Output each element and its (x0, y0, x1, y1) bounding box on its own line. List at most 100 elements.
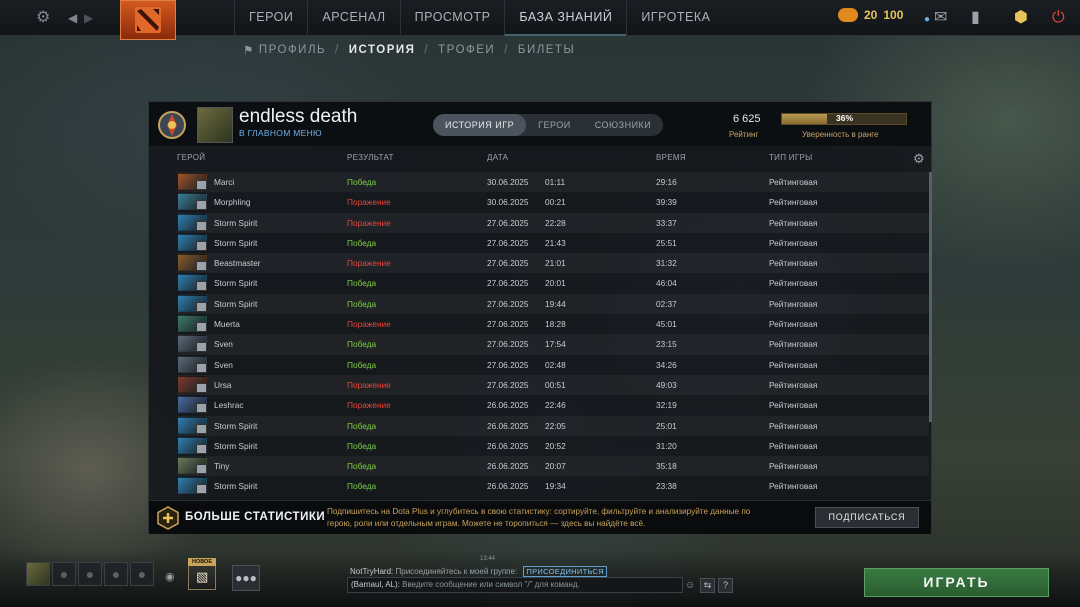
chat-icon[interactable]: ● (924, 11, 930, 29)
match-row[interactable]: Sven Победа 27.06.2025 17:54 23:15 Рейтингова… (177, 334, 929, 355)
col-type[interactable]: ТИП ИГРЫ (769, 153, 813, 162)
tab-allies[interactable]: СОЮЗНИКИ (583, 114, 664, 136)
sub-nav-profile[interactable]: ПРОФИЛЬ (259, 44, 326, 56)
nav-heroes[interactable]: ГЕРОИ (234, 0, 307, 36)
player-name: endless death (239, 106, 358, 127)
hero-portrait-icon (177, 274, 207, 292)
party-slot-empty[interactable]: ● (130, 562, 154, 586)
col-hero[interactable]: ГЕРОЙ (177, 153, 205, 162)
forward-arrow-icon[interactable]: ▶ (84, 9, 93, 27)
match-row[interactable]: Storm Spirit Победа 26.06.2025 20:52 31:20 Ре… (177, 436, 929, 456)
column-headers: ГЕРОЙ РЕЗУЛЬТАТ ДАТА ВРЕМЯ ТИП ИГРЫ (149, 153, 931, 167)
nav-knowledge-base[interactable]: БАЗА ЗНАНИЙ (504, 0, 627, 36)
dota-logo[interactable] (120, 0, 176, 40)
clock: 13:44 (480, 556, 496, 562)
party-settings-icon[interactable]: ◉ (165, 570, 175, 583)
party-slot-empty[interactable]: ● (78, 562, 102, 586)
match-time: 22:28 (545, 217, 566, 228)
hero-portrait-icon (177, 233, 207, 251)
col-duration[interactable]: ВРЕМЯ (656, 153, 686, 162)
match-type: Рейтинговая (769, 481, 818, 492)
scrollbar[interactable] (929, 172, 932, 422)
party-slot-self[interactable] (26, 562, 50, 586)
sub-nav-trophies[interactable]: ТРОФЕИ (438, 44, 495, 56)
rating-value: 6 625 (733, 113, 761, 125)
match-row[interactable]: Muerta Поражение 27.06.2025 18:28 45:01 Рейти… (177, 314, 929, 334)
friends-button[interactable]: ●●● (232, 565, 260, 591)
match-date: 27.06.2025 (487, 359, 529, 370)
nav-arsenal[interactable]: АРСЕНАЛ (307, 0, 399, 36)
play-button[interactable]: ИГРАТЬ (864, 568, 1049, 597)
chat-help-button[interactable]: ? (718, 578, 733, 593)
separator: / (424, 44, 430, 56)
match-result: Поражение (347, 217, 391, 228)
match-date: 30.06.2025 (487, 177, 529, 187)
match-duration: 25:01 (656, 420, 677, 431)
gear-icon[interactable]: ⚙ (36, 9, 50, 27)
confidence-value: 36% (836, 113, 854, 123)
match-row[interactable]: Morphling Поражение 30.06.2025 00:21 39:39 Ре… (177, 192, 929, 212)
match-row[interactable]: Marci Победа 30.06.2025 01:11 29:16 Рейтингов… (177, 172, 929, 193)
chat-sender[interactable]: NotTryHard: (350, 567, 393, 576)
player-status: В ГЛАВНОМ МЕНЮ (239, 128, 322, 138)
match-duration: 31:32 (656, 258, 677, 269)
armory-icon[interactable]: ▮ (971, 9, 980, 27)
match-duration: 46:04 (656, 278, 677, 289)
party-slot-empty[interactable]: ● (104, 562, 128, 586)
nav-arcade[interactable]: ИГРОТЕКА (626, 0, 724, 36)
match-row[interactable]: Sven Победа 27.06.2025 02:48 34:26 Рейтингова… (177, 355, 929, 375)
match-time: 00:21 (545, 197, 566, 208)
dota-logo-icon (135, 7, 161, 33)
match-row[interactable]: Storm Spirit Победа 27.06.2025 20:01 46:04 Ре… (177, 273, 929, 293)
col-result[interactable]: РЕЗУЛЬТАТ (347, 153, 394, 162)
sub-nav-history[interactable]: ИСТОРИЯ (349, 44, 416, 56)
separator: / (335, 44, 340, 56)
party-slot-empty[interactable]: ● (52, 562, 76, 586)
tab-heroes[interactable]: ГЕРОИ (526, 114, 583, 136)
match-duration: 35:18 (656, 461, 677, 472)
match-row[interactable]: Leshrac Поражение 26.06.2025 22:46 32:19 Рейт… (177, 395, 929, 415)
back-arrow-icon[interactable]: ◀ (68, 9, 77, 27)
main-nav: ГЕРОИ АРСЕНАЛ ПРОСМОТР БАЗА ЗНАНИЙ ИГРОТ… (234, 0, 724, 36)
match-duration: 23:15 (656, 339, 677, 350)
chat-settings-button[interactable]: ⇆ (700, 578, 715, 593)
match-row[interactable]: Storm Spirit Победа 26.06.2025 22:05 25:01 Ре… (177, 415, 929, 436)
rank-medal-icon (158, 111, 186, 139)
hero-name: Storm Spirit (214, 237, 258, 248)
match-row[interactable]: Tiny Победа 26.06.2025 20:07 35:18 Рейтингова… (177, 456, 929, 477)
match-result: Поражение (347, 258, 391, 269)
emoji-icon[interactable]: ☺ (685, 580, 695, 591)
match-row[interactable]: Storm Spirit Победа 27.06.2025 21:43 25:51 Ре… (177, 233, 929, 253)
new-badge-button[interactable]: НОВОЕ ▧ (188, 558, 216, 590)
friends-icon: ●●● (235, 571, 257, 585)
chat-channel: (Barnaul, AL): (351, 580, 400, 589)
match-row[interactable]: Storm Spirit Победа 26.06.2025 19:34 23:38 Ре… (177, 476, 929, 494)
match-duration: 34:26 (656, 359, 677, 370)
tab-game-history[interactable]: ИСТОРИЯ ИГР (433, 114, 527, 136)
match-row[interactable]: Beastmaster Поражение 27.06.2025 21:01 31:32… (177, 253, 929, 274)
match-row[interactable]: Storm Spirit Победа 27.06.2025 19:44 02:37 Ре… (177, 293, 929, 315)
match-date: 26.06.2025 (487, 481, 529, 492)
chat-input[interactable]: (Barnaul, AL): Введите сообщение или сим… (347, 577, 683, 593)
match-type: Рейтинговая (769, 237, 818, 248)
badge-new-label: НОВОЕ (188, 558, 216, 566)
match-type: Рейтинговая (769, 258, 818, 269)
mail-icon[interactable]: ✉ (934, 9, 947, 27)
match-type: Рейтинговая (769, 319, 818, 330)
match-row[interactable]: Storm Spirit Поражение 27.06.2025 22:28 33:3… (177, 212, 929, 233)
dota-plus-icon[interactable]: ⬢ (1014, 9, 1028, 27)
match-row[interactable]: Ursa Поражение 27.06.2025 00:51 49:03 Рейтинг… (177, 374, 929, 396)
col-date[interactable]: ДАТА (487, 153, 508, 162)
match-time: 21:01 (545, 258, 566, 269)
sub-nav-tickets[interactable]: БИЛЕТЫ (518, 44, 575, 56)
gear-icon[interactable]: ⚙ (913, 152, 925, 165)
hero-portrait-icon (177, 355, 207, 373)
panel-header: endless death В ГЛАВНОМ МЕНЮ ИСТОРИЯ ИГР… (149, 102, 931, 146)
nav-watch[interactable]: ПРОСМОТР (399, 0, 505, 36)
avatar[interactable] (197, 107, 233, 143)
hero-portrait-icon (177, 335, 207, 353)
match-type: Рейтинговая (769, 379, 818, 390)
subscribe-button[interactable]: ПОДПИСАТЬСЯ (815, 507, 919, 528)
power-icon[interactable]: ⏻ (1052, 9, 1065, 27)
join-party-button[interactable]: ПРИСОЕДИНИТЬСЯ (523, 566, 607, 577)
